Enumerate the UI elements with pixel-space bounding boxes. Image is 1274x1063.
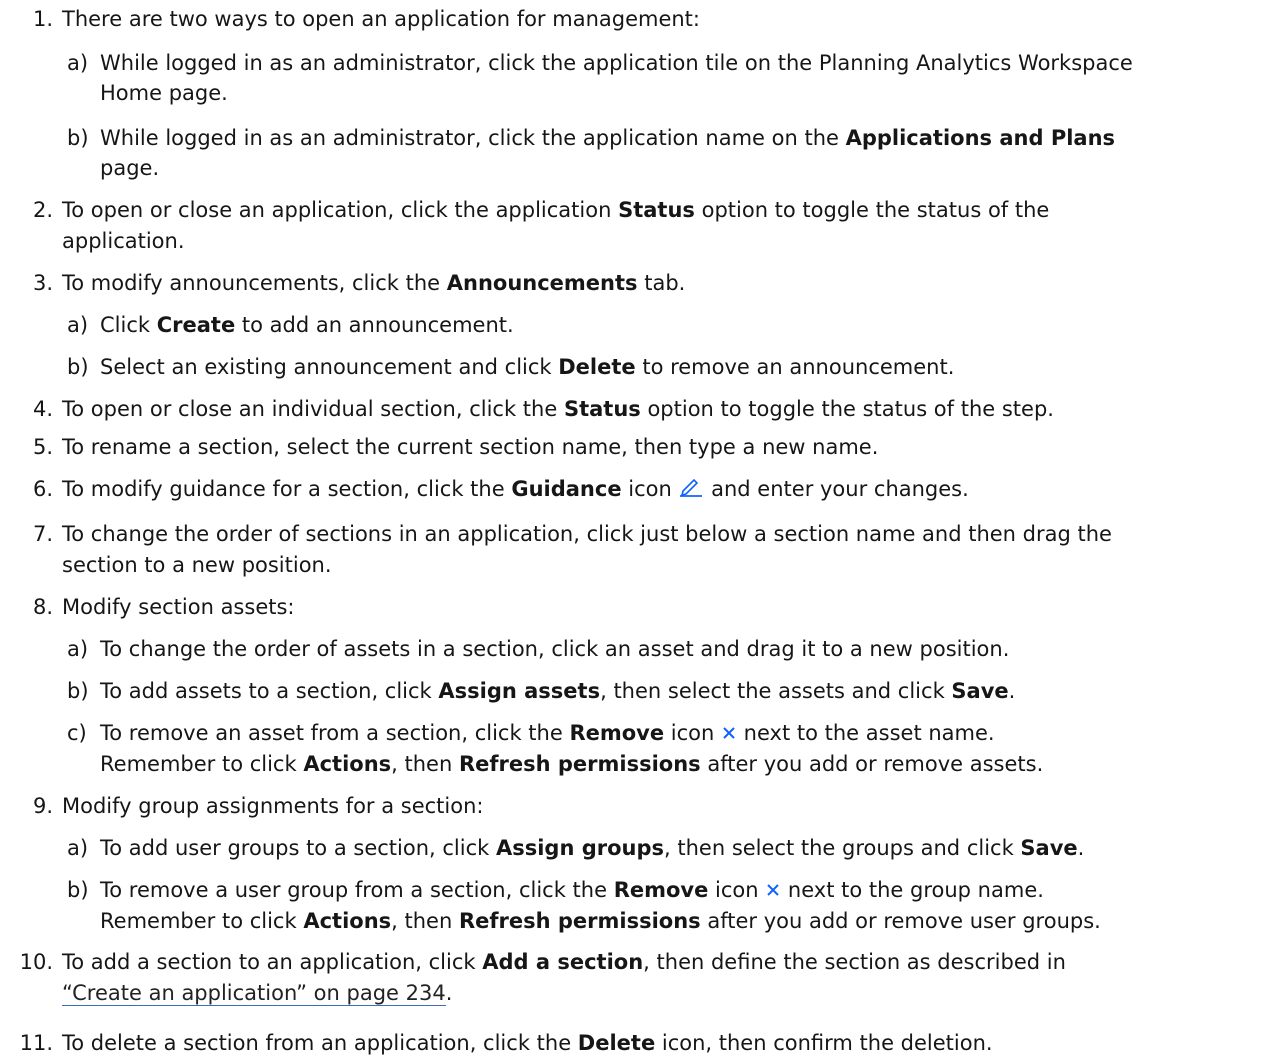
close-x-icon	[765, 876, 781, 906]
pencil-icon	[678, 475, 704, 505]
close-x-icon	[721, 719, 737, 749]
create-application-link[interactable]: “Create an application” on page 234	[62, 981, 446, 1006]
